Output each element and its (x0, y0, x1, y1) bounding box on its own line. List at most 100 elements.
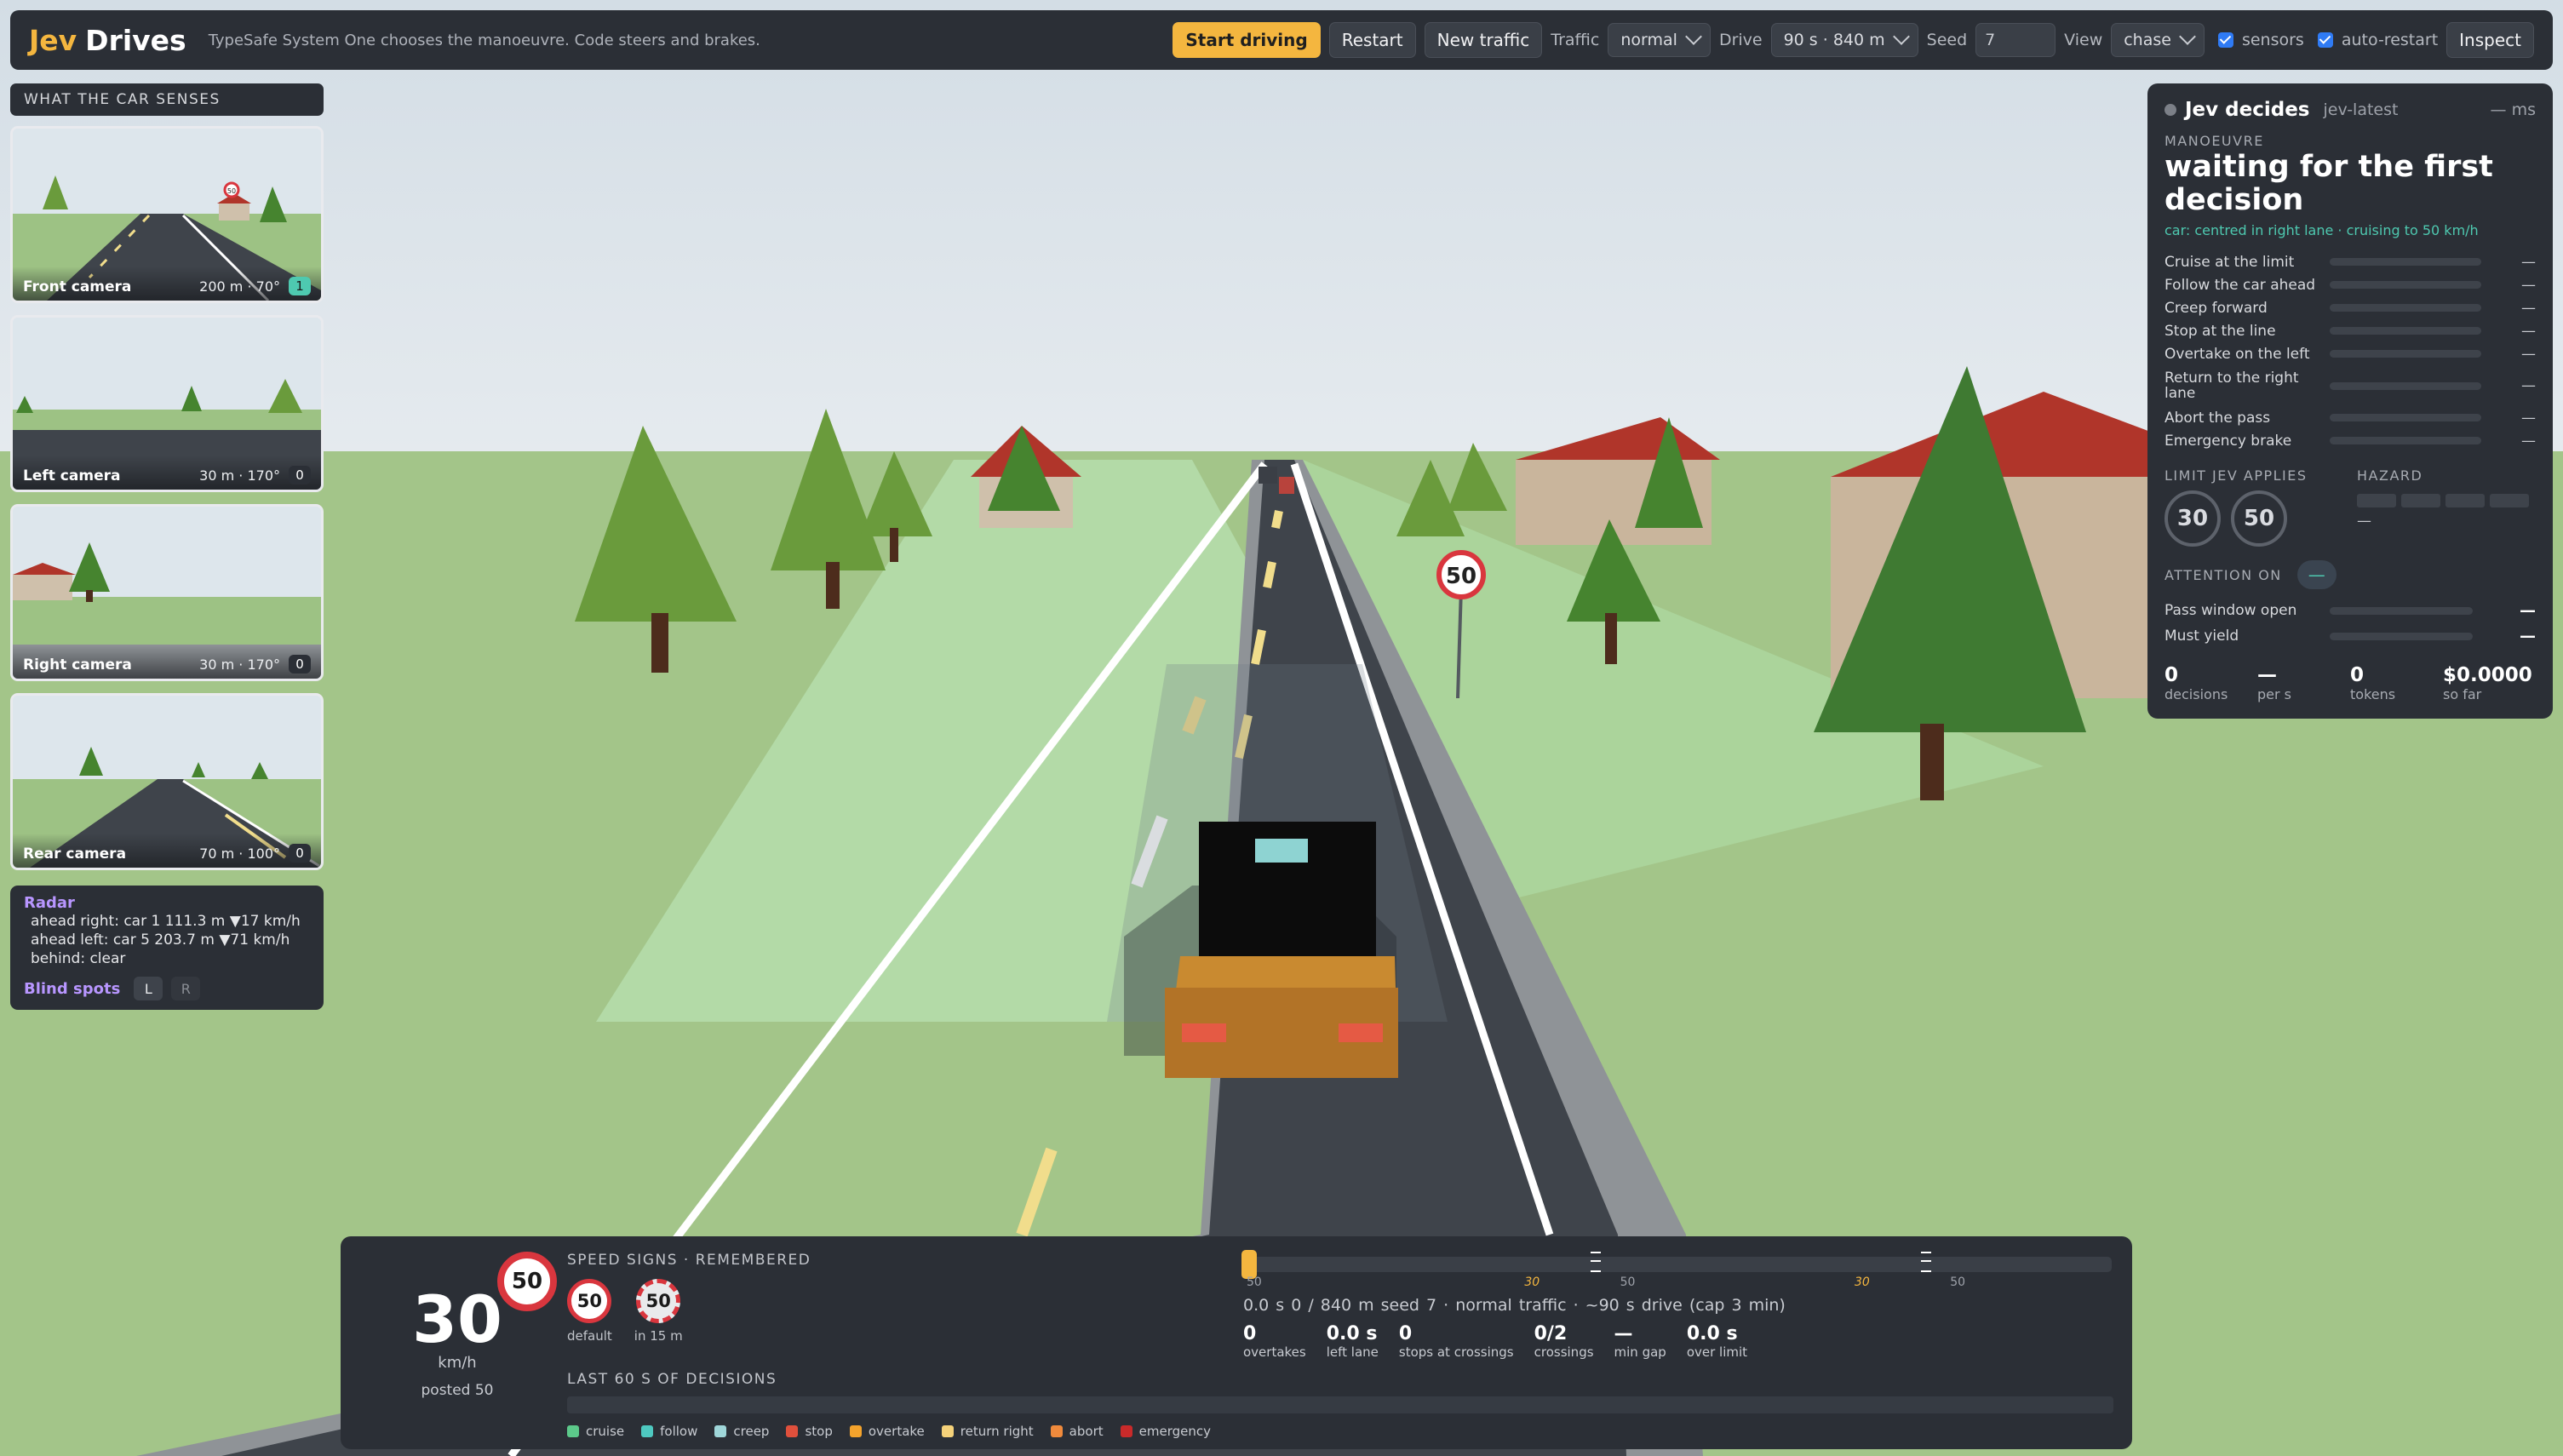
flag-bar (2330, 632, 2473, 640)
drive-stat: 0 stops at crossings (1399, 1323, 1514, 1360)
sensors-checkbox[interactable] (2217, 32, 2233, 48)
posted-limit: posted 50 (421, 1382, 494, 1399)
drive-stat-label: overtakes (1243, 1344, 1306, 1360)
history-timeline (567, 1396, 2113, 1413)
legend-item-return-right: return right (941, 1424, 1034, 1439)
stat-value: 0 (2350, 664, 2365, 686)
camera-label: Left camera (23, 467, 121, 484)
manoeuvre-label: MANOEUVRE (2165, 133, 2264, 149)
flag-row: Must yield — (2165, 623, 2536, 649)
front-camera-sign: 50 (227, 187, 236, 195)
remembered-signs: SPEED SIGNS · REMEMBERED 50 default 50 in … (567, 1252, 811, 1344)
manoeuvre-options: Cruise at the limit — Follow the car ahea… (2165, 250, 2536, 452)
drive-value: 90 s · 840 m (1783, 31, 1885, 49)
restart-button[interactable]: Restart (1328, 22, 1416, 58)
camera-label: Rear camera (23, 846, 127, 863)
left-camera-view[interactable]: Left camera 30 m · 170° 0 (10, 315, 324, 492)
traffic-select[interactable]: normal (1608, 23, 1711, 57)
legend-swatch (941, 1425, 954, 1437)
applied-limits: 30 50 (2165, 490, 2357, 547)
legend-swatch (786, 1425, 799, 1437)
option-score-bar (2330, 350, 2481, 358)
camera-label: Right camera (23, 656, 132, 674)
current-limit-sign: 50 (497, 1252, 557, 1311)
start-driving-button[interactable]: Start driving (1173, 22, 1321, 58)
camera-meta: 200 m · 70° 1 (199, 277, 311, 295)
latency: — ms (2490, 100, 2536, 119)
option-row: Creep forward — (2165, 296, 2536, 319)
route-marker (1920, 1252, 1931, 1272)
stat-value: $0.0000 (2443, 664, 2532, 686)
seed-input[interactable]: 7 (1975, 23, 2056, 57)
legend-swatch (641, 1425, 654, 1437)
auto-restart-checkbox[interactable] (2317, 32, 2333, 48)
view-label: View (2064, 31, 2103, 49)
drive-stat-value: 0 (1243, 1323, 1257, 1344)
radar-reading: ahead left: car 5 203.7 m ▼71 km/h (31, 931, 290, 949)
hazard-label: HAZARD (2357, 467, 2423, 484)
drive-stat-label: crossings (1534, 1344, 1594, 1360)
drive-stat-label: min gap (1614, 1344, 1666, 1360)
option-row: Stop at the line — (2165, 319, 2536, 342)
decision-flags: Pass window open — Must yield — (2165, 598, 2536, 649)
legend-label: overtake (868, 1424, 925, 1439)
legend-item-creep: creep (714, 1424, 769, 1439)
drive-select[interactable]: 90 s · 840 m (1770, 23, 1918, 57)
brand-name: Drives (85, 23, 186, 57)
drive-stat-value: 0.0 s (1686, 1323, 1738, 1344)
flag-bar (2330, 606, 2473, 615)
camera-object-count: 0 (289, 844, 311, 863)
rear-camera-view[interactable]: Rear camera 70 m · 100° 0 (10, 693, 324, 870)
remembered-title: SPEED SIGNS · REMEMBERED (567, 1252, 811, 1269)
remembered-sign: 50 in 15 m (634, 1279, 683, 1344)
speed-sign-icon: 50 (567, 1279, 612, 1323)
hazard-meter (2357, 494, 2529, 507)
legend-swatch (567, 1425, 579, 1437)
traffic-label: Traffic (1551, 31, 1600, 49)
option-score: — (2521, 409, 2536, 427)
legend-item-follow: follow (641, 1424, 697, 1439)
hazard-segment (2401, 494, 2440, 507)
right-camera-view[interactable]: Right camera 30 m · 170° 0 (10, 504, 324, 681)
speed-sign-icon: 50 (636, 1279, 681, 1323)
camera-meta: 30 m · 170° 0 (199, 655, 311, 674)
inspect-button[interactable]: Inspect (2446, 22, 2534, 58)
camera-meta: 70 m · 100° 0 (199, 844, 311, 863)
option-score-bar (2330, 258, 2481, 266)
hazard-section: HAZARD — (2357, 467, 2529, 547)
camera-label: Front camera (23, 278, 132, 295)
stat: $0.0000 so far (2443, 664, 2536, 702)
speedometer: 30 km/h posted 50 (410, 1281, 504, 1400)
option-score: — (2521, 322, 2536, 340)
stat: 0 tokens (2350, 664, 2443, 702)
radar-reading: ahead right: car 1 111.3 m ▼17 km/h (31, 913, 301, 930)
radar-panel: Radar ahead right: car 1 111.3 m ▼17 km/… (10, 886, 324, 1010)
stat: 0 decisions (2165, 664, 2257, 702)
option-row: Follow the car ahead — (2165, 273, 2536, 296)
view-select[interactable]: chase (2111, 23, 2205, 57)
front-camera-view[interactable]: 50 Front camera 200 m · 70° 1 (10, 126, 324, 303)
option-name: Cruise at the limit (2165, 253, 2295, 271)
hazard-value: — (2357, 513, 2371, 530)
drive-stat-label: left lane (1326, 1344, 1379, 1360)
drive-stat: 0.0 s left lane (1327, 1323, 1379, 1360)
legend-item-overtake: overtake (849, 1424, 925, 1439)
stat: — per s (2257, 664, 2350, 702)
option-score: — (2521, 432, 2536, 450)
progress-handle[interactable] (1241, 1250, 1257, 1279)
camera-range: 30 m · 170° (199, 467, 280, 484)
new-traffic-button[interactable]: New traffic (1424, 22, 1543, 58)
top-bar: Jev Drives TypeSafe System One chooses th… (10, 10, 2553, 70)
radar-title: Radar (24, 894, 75, 912)
current-manoeuvre: waiting for the first decision (2165, 150, 2493, 217)
history-title: LAST 60 S OF DECISIONS (567, 1371, 777, 1388)
current-speed: 30 (412, 1281, 502, 1357)
hazard-segment (2357, 494, 2396, 507)
remembered-list: 50 default 50 in 15 m (567, 1279, 811, 1344)
stat-label: per s (2257, 686, 2291, 702)
decision-header: Jev decides jev-latest — ms (2165, 99, 2536, 121)
blind-spots: Blind spots L R (24, 977, 310, 1000)
chevron-down-icon (2179, 28, 2196, 45)
progress-track[interactable]: 50 30 50 30 50 (1241, 1250, 2112, 1289)
legend-label: creep (733, 1424, 770, 1439)
